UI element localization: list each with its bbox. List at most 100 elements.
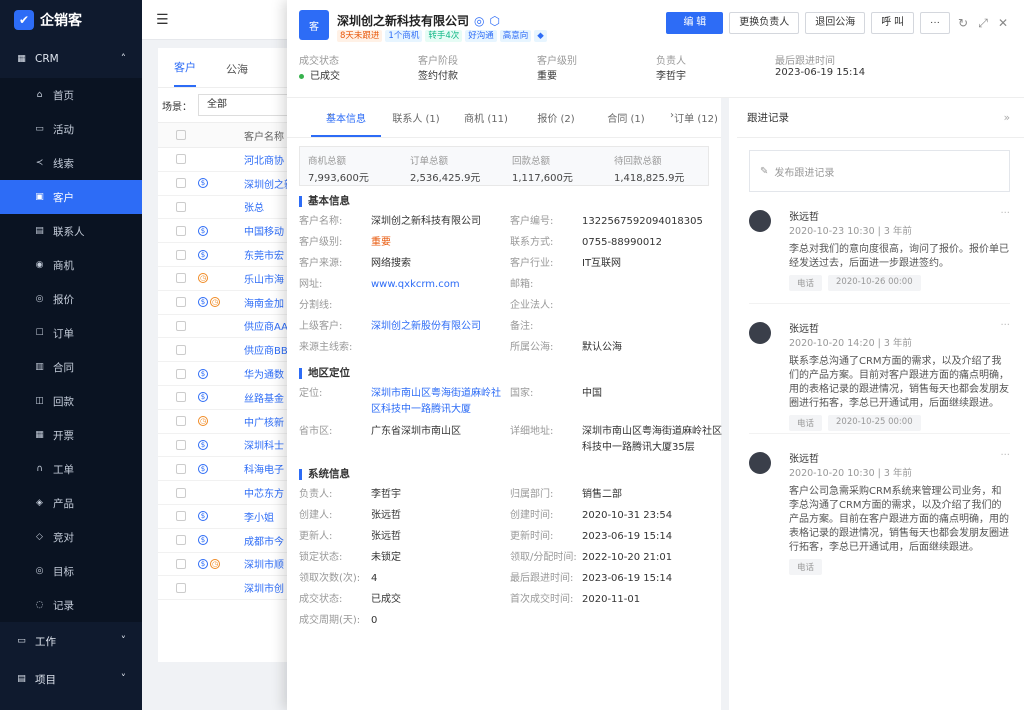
sidebar-item[interactable]: ⌂ 首页 (0, 78, 142, 112)
row-checkbox[interactable] (176, 273, 186, 284)
row-checkbox[interactable] (176, 344, 186, 355)
scene-select[interactable]: 全部 (198, 94, 288, 116)
row-checkbox[interactable] (176, 320, 186, 331)
field-value[interactable]: 深圳创之新股份有限公司 (371, 316, 510, 337)
customer-name-link[interactable]: 张总 (244, 199, 290, 214)
sidebar-item[interactable]: ∩ 工单 (0, 452, 142, 486)
close-icon[interactable]: ✕ (996, 16, 1010, 30)
return-pool-button[interactable]: 退回公海 (805, 12, 866, 34)
customer-name-link[interactable]: 海南金加 (244, 295, 290, 310)
more-button[interactable]: ··· (920, 12, 950, 34)
row-checkbox[interactable] (176, 582, 186, 593)
row-checkbox[interactable] (176, 558, 186, 569)
call-button[interactable]: 呼 叫 (871, 12, 914, 34)
sidebar-item[interactable]: ▣ 客户 (0, 180, 142, 214)
customer-name-link[interactable]: 河北商协 (244, 152, 290, 167)
customer-name-link[interactable]: 深圳创之新 (244, 176, 290, 191)
tag-icon[interactable]: ◆ (534, 30, 547, 42)
row-checkbox[interactable] (176, 368, 186, 379)
customer-name-link[interactable]: 供应商AA (244, 318, 290, 333)
menu-section-work[interactable]: ▭ 工作 ˅ (0, 622, 142, 660)
customer-name-link[interactable]: 丝路基金 (244, 390, 290, 405)
more-icon[interactable]: ··· (1000, 208, 1010, 219)
sidebar-item[interactable]: ◫ 回款 (0, 384, 142, 418)
summary-stats: 成交状态 已成交 客户阶段 签约付款 客户级别 重要 负责人 李哲宇 最后跟进时间 2023-06… (299, 52, 1024, 82)
customer-name-link[interactable]: 深圳市创 (244, 580, 290, 595)
customer-name-link[interactable]: 李小姐 (244, 509, 290, 524)
row-checkbox[interactable] (176, 201, 186, 212)
customer-name-link[interactable]: 中芯东方 (244, 485, 290, 500)
post-followup-input[interactable]: ✎ 发布跟进记录 (749, 150, 1010, 192)
expand-icon[interactable]: ⤢ (976, 16, 990, 31)
row-checkbox[interactable] (176, 154, 186, 165)
sidebar-item[interactable]: ◈ 产品 (0, 486, 142, 520)
detail-tab[interactable]: 联系人 (1) (381, 110, 451, 137)
tab-customers[interactable]: 客户 (174, 59, 196, 87)
sidebar-item[interactable]: ▥ 合同 (0, 350, 142, 384)
customer-name-link[interactable]: 东莞市宏 (244, 247, 290, 262)
field-label: 联系方式: (510, 237, 554, 248)
row-checkbox[interactable] (176, 439, 186, 450)
location-icon[interactable]: ◎ (474, 14, 484, 28)
customer-name-link[interactable]: 乐山市海 (244, 271, 290, 286)
menu-section-crm[interactable]: ▦ CRM ˄ (0, 40, 142, 78)
dollar-badge-icon: $ (198, 225, 208, 236)
row-checkbox[interactable] (176, 511, 186, 522)
shield-icon[interactable]: ⬡ (490, 14, 500, 28)
customer-name-link[interactable]: 深圳科士 (244, 437, 290, 452)
tab-public-pool[interactable]: 公海 (226, 61, 248, 87)
amount-value: 7,993,600元 (308, 173, 369, 184)
field-value (582, 316, 725, 337)
row-checkbox[interactable] (176, 487, 186, 498)
customer-name-link[interactable]: 华为通数 (244, 366, 290, 381)
stat-value-text: 重要 (537, 71, 557, 82)
row-checkbox[interactable] (176, 297, 186, 308)
more-icon[interactable]: ··· (1000, 320, 1010, 331)
row-checkbox[interactable] (176, 249, 186, 260)
crm-menu: ⌂ 首页 ▭ 活动 ≺ 线索 ▣ 客户 ▤ 联系人 ◉ 商机 ◎ 报价 ☐ 订单 ▥ 合同 ◫ 回款 ▦ 开票 ∩ 工单 ◈ 产品… (0, 78, 142, 622)
customer-name-link[interactable]: 中国移动 (244, 223, 290, 238)
row-checkbox[interactable] (176, 225, 186, 236)
row-checkbox[interactable] (176, 178, 186, 189)
region-grid: 定位: 深圳市南山区粤海街道麻岭社区科技中一路腾讯大厦 国家: 中国 省市区: 广东省深圳… (299, 383, 722, 459)
sidebar-item[interactable]: ◎ 报价 (0, 282, 142, 316)
field-value: 4 (371, 573, 378, 584)
sidebar-item[interactable]: ▦ 开票 (0, 418, 142, 452)
sidebar-item[interactable]: ◌ 记录 (0, 588, 142, 622)
collapse-menu-icon[interactable]: ☰ (156, 12, 169, 28)
row-checkbox[interactable] (176, 463, 186, 474)
field-value[interactable]: 深圳市南山区粤海街道麻岭社区科技中一路腾讯大厦 (371, 383, 510, 421)
sidebar-item[interactable]: ▤ 联系人 (0, 214, 142, 248)
chevron-left-icon[interactable]: ‹ (295, 110, 365, 131)
refresh-icon[interactable]: ↻ (956, 16, 970, 30)
more-icon[interactable]: ··· (1000, 450, 1010, 461)
row-checkbox[interactable] (176, 416, 186, 427)
sidebar-item[interactable]: ▭ 活动 (0, 112, 142, 146)
sidebar-item[interactable]: ◇ 竞对 (0, 520, 142, 554)
select-all-checkbox[interactable] (176, 130, 186, 140)
detail-tab[interactable]: 报价 (2) (521, 110, 591, 137)
customer-name-link[interactable]: 深圳市顺 (244, 556, 290, 571)
sidebar-item[interactable]: ◎ 目标 (0, 554, 142, 588)
customer-name-link[interactable]: 成都市今 (244, 533, 290, 548)
detail-header: 客 深圳创之新科技有限公司 ◎ ⬡ 8天未跟进 1个商机 转手4次 好沟通 高意向 ◆ 编 辑… (287, 0, 1024, 98)
field-value[interactable]: www.qxkcrm.com (371, 274, 510, 295)
field-label: 成交状态: (299, 594, 343, 605)
chevron-right-icon[interactable]: › (637, 110, 707, 131)
detail-tab[interactable]: 商机 (11) (451, 110, 521, 137)
sidebar-item[interactable]: ☐ 订单 (0, 316, 142, 350)
edit-button[interactable]: 编 辑 (666, 12, 724, 34)
customer-name-link[interactable]: 中广核新 (244, 414, 290, 429)
customer-name-link[interactable]: 供应商BB (244, 342, 290, 357)
sidebar-item[interactable]: ≺ 线索 (0, 146, 142, 180)
row-checkbox[interactable] (176, 535, 186, 546)
sidebar-item[interactable]: ◉ 商机 (0, 248, 142, 282)
app-logo[interactable]: ✔ 企销客 (0, 0, 142, 40)
user-avatar (749, 452, 771, 474)
project-icon: ▤ (17, 673, 26, 684)
customer-name-link[interactable]: 科海电子 (244, 461, 290, 476)
change-owner-button[interactable]: 更换负责人 (729, 12, 800, 34)
double-chevron-icon[interactable]: » (1004, 112, 1010, 124)
row-checkbox[interactable] (176, 392, 186, 403)
menu-section-project[interactable]: ▤ 项目 ˅ (0, 660, 142, 698)
